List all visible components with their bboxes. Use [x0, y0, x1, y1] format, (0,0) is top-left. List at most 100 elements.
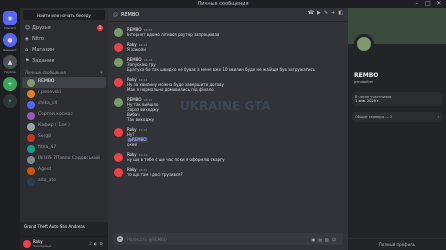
message-line: окей: [127, 142, 137, 147]
avatar[interactable]: [114, 58, 123, 67]
message-text: Інтернет вдомо літився роутер запрацював: [127, 32, 219, 37]
dm-name: Кафир ( 1ая ): [38, 123, 70, 129]
friends-icon: ☺: [25, 24, 31, 31]
avatar[interactable]: [114, 98, 123, 107]
emoji-icon[interactable]: ☺: [332, 237, 339, 242]
chevron-right-icon: ›: [437, 115, 439, 119]
home-button[interactable]: ◉: [3, 11, 17, 25]
dm-item[interactable]: ado_ato: [22, 176, 106, 187]
composer-tools: ▣▤▥☺: [311, 237, 339, 242]
sticker-icon[interactable]: ▥: [325, 237, 332, 242]
guild-label-2: Группа: [4, 70, 16, 74]
message: Roky 16:14 Ну за хвилину можна буде заверш…: [114, 77, 342, 92]
dm-name: Сергей космос: [38, 112, 73, 118]
message-text: Мак я нормально домовились під фінало: [127, 87, 224, 92]
avatar: [27, 78, 35, 87]
call-icon[interactable]: ☎: [308, 10, 317, 16]
home-label: Discord: [4, 26, 16, 30]
find-conversation-button[interactable]: Найти или начать беседу: [23, 10, 105, 20]
create-dm-icon[interactable]: +: [100, 70, 103, 75]
profile-name: REMBO: [354, 72, 379, 79]
avatar[interactable]: [114, 28, 123, 37]
dm-item[interactable]: shika_c4: [22, 99, 106, 110]
dm-item[interactable]: REMBO: [22, 77, 106, 88]
watermark: UKRAINE GTA: [180, 99, 271, 113]
gear-icon[interactable]: ⚙: [99, 241, 105, 246]
dm-item[interactable]: Sergβ: [22, 132, 106, 143]
dm-item[interactable]: r.penevski: [22, 88, 106, 99]
nav-item-shop[interactable]: ⌂ Магазин: [20, 44, 108, 55]
avatar[interactable]: [114, 153, 123, 162]
message-timestamp: 16:16: [138, 128, 148, 132]
friends-badge: 1: [97, 24, 103, 31]
nav-label: Друзья: [32, 24, 51, 31]
avatar[interactable]: [114, 78, 123, 87]
nav-item-friends[interactable]: ☺ Друзья 1: [20, 22, 108, 33]
window-title: Личные сообщения: [197, 1, 249, 7]
attach-icon[interactable]: +: [117, 236, 123, 242]
chat-area: @ REMBO REMBO 16:05 Інтернет вдомо літився…: [108, 8, 348, 250]
avatar[interactable]: [23, 239, 31, 248]
message-composer[interactable]: + Написать @REMBO ▣▤▥☺: [113, 233, 343, 245]
nav-item-nitro[interactable]: ◈ Nitro: [20, 33, 108, 44]
user-controls: ♪◐⚙: [89, 241, 105, 246]
full-profile-button[interactable]: Полный профиль: [348, 238, 446, 250]
dm-name: Agent: [38, 167, 52, 173]
message: REMBO 16:05 Інтернет вдомо літився роутер …: [114, 27, 342, 37]
chat-title: REMBO: [121, 11, 140, 18]
avatar: [27, 177, 35, 186]
user-status: Невидимый: [33, 243, 52, 248]
avatar: [27, 144, 35, 153]
nav-label: Магазин: [32, 46, 55, 53]
dm-item[interactable]: fitna_47: [22, 143, 106, 154]
profile-avatar[interactable]: [354, 34, 374, 54]
avatar[interactable]: [114, 43, 123, 52]
dm-name: IN HIS 7Павло Садовський: [38, 156, 100, 162]
message-line: то що там і досі грузився?: [127, 172, 183, 177]
avatar: [27, 133, 35, 142]
dm-list: REMBO r.penevski shika_c4 Сергей космос Кафи…: [20, 77, 108, 187]
at-icon: @: [113, 11, 118, 18]
nav-label: Nitro: [32, 35, 45, 42]
avatar: [27, 111, 35, 120]
add-server-icon[interactable]: +: [3, 77, 17, 91]
nav-item-quests[interactable]: ⚑ Задания: [20, 55, 108, 66]
dm-item[interactable]: Кафир ( 1ая ): [22, 121, 106, 132]
dm-header: Личные сообщения +: [20, 68, 108, 77]
avatar: [27, 166, 35, 175]
mutual-servers-card[interactable]: Общие серверы — 2 ›: [352, 112, 442, 122]
video-icon[interactable]: ▶: [317, 10, 324, 16]
minimize-icon[interactable]: –: [412, 0, 422, 7]
message: Roky 16:16 Ну? @REMBO окей: [114, 127, 342, 147]
profile-panel: REMBO pendantrel В числе участников 1 ян…: [348, 8, 446, 250]
dm-item[interactable]: IN HIS 7Павло Садовський: [22, 154, 106, 165]
now-playing[interactable]: Grand Theft Auto San Andreas: [20, 222, 108, 236]
profile-toggle-icon[interactable]: ◧: [338, 10, 346, 16]
message-text: Братуха бо так швидко не буває а мене вж…: [127, 67, 315, 72]
guild-icon[interactable]: ▲: [3, 55, 17, 69]
quests-icon: ⚑: [25, 57, 30, 64]
message-text: то що там і досі грузився?: [127, 172, 183, 177]
dm-name: REMBO: [38, 79, 55, 85]
avatar: [27, 100, 35, 109]
message: Roky 16:19 ну шо в тебе є ще час поки я оф…: [114, 152, 342, 162]
avatar[interactable]: [114, 128, 123, 137]
message-text: окей: [127, 142, 148, 147]
avatar: [27, 89, 35, 98]
close-icon[interactable]: ✕: [434, 0, 444, 7]
guild-icon[interactable]: ●: [3, 33, 17, 47]
discover-icon[interactable]: ✦: [3, 94, 17, 108]
member-since-card: В числе участников 1 янв. 2025 г.: [352, 92, 442, 106]
guild-label-1: Коннект: [3, 48, 17, 52]
dm-name: r.penevski: [38, 90, 61, 96]
pin-icon[interactable]: ✎: [324, 10, 331, 16]
composer-placeholder: Написать @REMBO: [127, 236, 167, 242]
message: REMBO 16:13 Запускаю гру Братуха бо так шви…: [114, 57, 342, 72]
avatar[interactable]: [114, 168, 123, 177]
dm-sidebar: Найти или начать беседу ☺ Друзья 1 ◈ Nit…: [20, 8, 108, 250]
app-window: Личные сообщения – □ ✕ ◉ Discord ● Конне…: [0, 0, 446, 250]
dm-item[interactable]: Agent: [22, 165, 106, 176]
message-line: ну шо в тебе є ще час поки я оформлю ска…: [127, 157, 225, 162]
maximize-icon[interactable]: □: [423, 0, 433, 7]
dm-item[interactable]: Сергей космос: [22, 110, 106, 121]
